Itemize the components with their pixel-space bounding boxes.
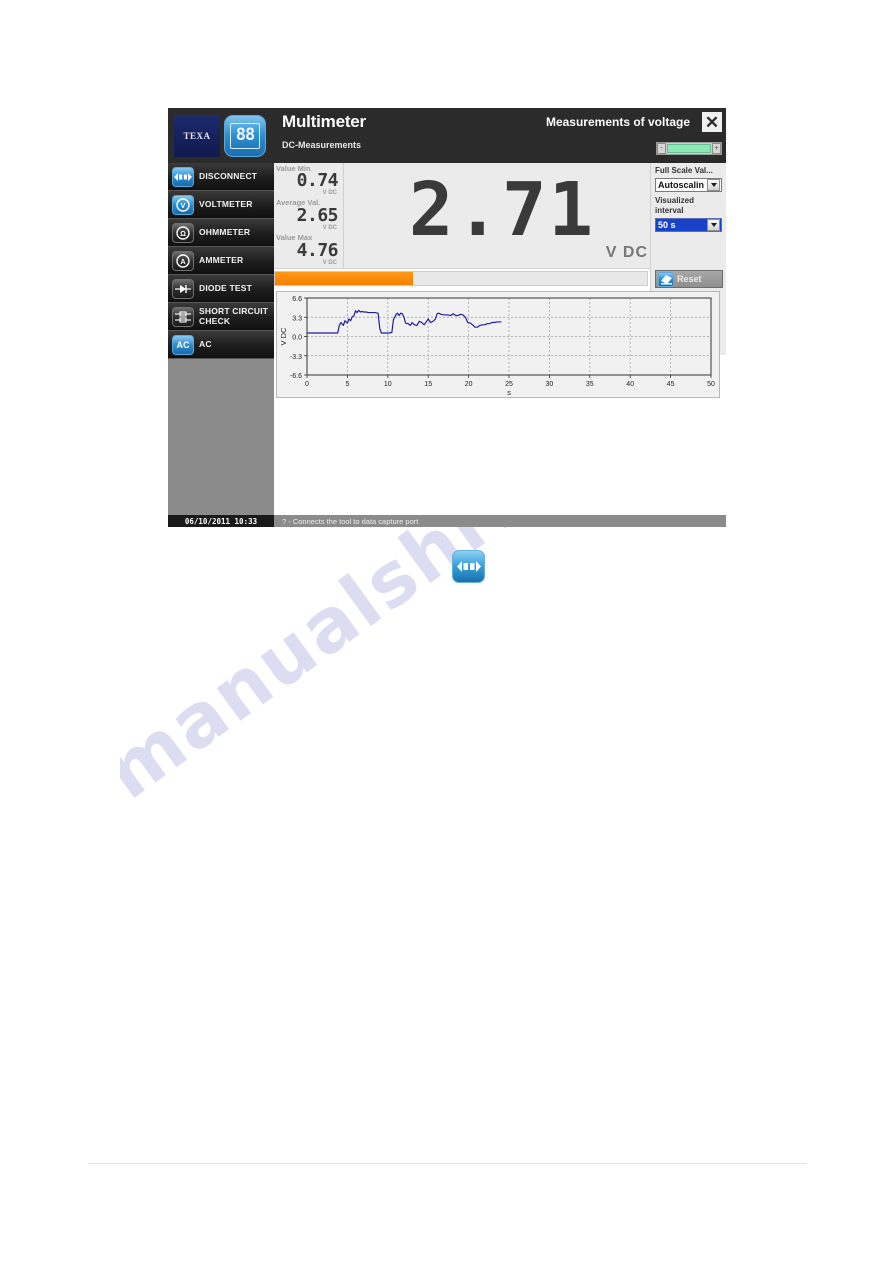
progress-fill (275, 272, 413, 285)
signal-level-slider[interactable]: - + (656, 142, 722, 155)
slider-increase-button[interactable]: + (712, 143, 721, 154)
reset-button[interactable]: Reset (655, 270, 723, 288)
ohmmeter-icon: Ω (172, 222, 194, 243)
svg-text:40: 40 (626, 381, 634, 388)
svg-text:3.3: 3.3 (292, 315, 302, 322)
visualized-interval-label: Visualized interval (655, 196, 694, 215)
sidebar-item-ammeter[interactable]: A AMMETER (168, 247, 274, 275)
sidebar-item-ac[interactable]: AC AC (168, 331, 274, 359)
value-max: 4.76 (296, 240, 339, 261)
sidebar-item-diode-test[interactable]: DIODE TEST (168, 275, 274, 303)
status-bar: 06/10/2011 10:33 ? - Connects the tool t… (168, 515, 726, 527)
chart-canvas: 6.6 3.3 0.0 -3.3 -6.60 5 10 15 20 25 30 35 40 45 50 V D… (279, 296, 715, 397)
sidebar-item-ohmmeter[interactable]: Ω OHMMETER (168, 219, 274, 247)
main-area: Value Min 0.74 V DC Average Val. 2.65 V … (274, 163, 726, 518)
slider-decrease-button[interactable]: - (657, 143, 666, 154)
average-unit: V DC (322, 225, 337, 231)
sidebar: DISCONNECT V VOLTMETER Ω OHMMETER A AMME… (168, 163, 274, 518)
texa-logo: TEXA (174, 114, 220, 157)
svg-text:-6.6: -6.6 (290, 373, 302, 380)
value-max-unit: V DC (322, 260, 337, 266)
svg-text:0.0: 0.0 (292, 335, 302, 342)
voltage-chart[interactable]: 6.6 3.3 0.0 -3.3 -6.6 0 5 10 15 20 25 30 35 40 45 50 V D… (276, 291, 720, 398)
title-main: Multimeter Measurements of voltage ✕ DC-… (274, 108, 726, 163)
svg-text:s: s (507, 388, 511, 397)
svg-text:-3.3: -3.3 (290, 354, 302, 361)
reset-button-label: Reset (677, 274, 702, 284)
primary-reading-unit: V DC (605, 244, 648, 261)
svg-text:50: 50 (707, 381, 715, 388)
status-datetime: 06/10/2011 10:33 (168, 515, 274, 527)
multimeter-window: TEXA 88 Multimeter Measurements of volta… (168, 108, 726, 527)
svg-text:A: A (180, 259, 185, 266)
value-min: 0.74 (296, 170, 339, 191)
svg-text:5: 5 (345, 381, 349, 388)
stats-column: Value Min 0.74 V DC Average Val. 2.65 V … (274, 163, 344, 269)
meter-panel: Value Min 0.74 V DC Average Val. 2.65 V … (274, 163, 726, 355)
progress-row: Reset (274, 270, 726, 289)
ammeter-icon: A (172, 250, 194, 271)
acquisition-progress-bar (274, 271, 648, 286)
svg-text:30: 30 (546, 381, 554, 388)
svg-text:10: 10 (384, 381, 392, 388)
texa-logo-text: TEXA (183, 130, 211, 141)
brand-block: TEXA 88 (168, 108, 274, 163)
sidebar-item-disconnect[interactable]: DISCONNECT (168, 163, 274, 191)
chevron-down-icon[interactable] (707, 219, 720, 231)
svg-text:20: 20 (465, 381, 473, 388)
diode-icon (172, 278, 194, 299)
value-min-unit: V DC (322, 190, 337, 196)
svg-text:0: 0 (305, 381, 309, 388)
close-icon[interactable]: ✕ (702, 112, 722, 132)
sidebar-item-label: VOLTMETER (199, 198, 253, 209)
title-bar: TEXA 88 Multimeter Measurements of volta… (168, 108, 726, 163)
eraser-icon (658, 271, 674, 287)
sidebar-item-voltmeter[interactable]: V VOLTMETER (168, 191, 274, 219)
slider-track[interactable] (667, 144, 711, 153)
short-circuit-icon (172, 306, 194, 327)
full-scale-label: Full Scale Val... (655, 166, 713, 175)
sidebar-item-label: AC (199, 338, 212, 349)
primary-reading: 2.71 (408, 167, 596, 253)
status-hint: ? - Connects the tool to data capture po… (282, 516, 419, 526)
disconnect-icon (172, 166, 194, 187)
page-title: Multimeter (282, 112, 366, 131)
sidebar-item-label: OHMMETER (199, 226, 251, 237)
svg-text:Ω: Ω (180, 231, 186, 238)
sidebar-item-label: SHORT CIRCUIT CHECK (199, 306, 269, 326)
voltmeter-icon: V (172, 194, 194, 215)
sidebar-item-short-circuit-check[interactable]: SHORT CIRCUIT CHECK (168, 303, 274, 331)
svg-text:6.6: 6.6 (292, 296, 302, 303)
full-scale-value: Autoscalin (658, 180, 705, 190)
window-subject: Measurements of voltage (545, 115, 690, 129)
full-scale-select[interactable]: Autoscalin (655, 178, 722, 192)
svg-text:V DC: V DC (279, 327, 288, 346)
svg-text:35: 35 (586, 381, 594, 388)
seven-segment-icon[interactable]: 88 (224, 114, 266, 157)
sidebar-item-label: DISCONNECT (199, 170, 258, 181)
ac-icon-text: AC (176, 339, 190, 350)
svg-text:25: 25 (505, 381, 513, 388)
ac-icon: AC (172, 334, 194, 355)
svg-text:V: V (181, 203, 186, 210)
seven-segment-digits: 88 (230, 122, 260, 149)
chevron-down-icon[interactable] (707, 179, 720, 191)
measurement-mode-label: DC-Measurements (282, 140, 362, 150)
average-value: 2.65 (296, 205, 339, 226)
page-divider (88, 1163, 806, 1164)
visualized-interval-value: 50 s (658, 220, 676, 230)
svg-text:15: 15 (424, 381, 432, 388)
disconnect-icon[interactable] (452, 550, 485, 583)
visualized-interval-select[interactable]: 50 s (655, 218, 722, 232)
svg-text:45: 45 (667, 381, 675, 388)
page-watermark: manualshive.com (120, 430, 880, 1130)
sidebar-item-label: AMMETER (199, 254, 244, 265)
sidebar-item-label: DIODE TEST (199, 282, 253, 293)
